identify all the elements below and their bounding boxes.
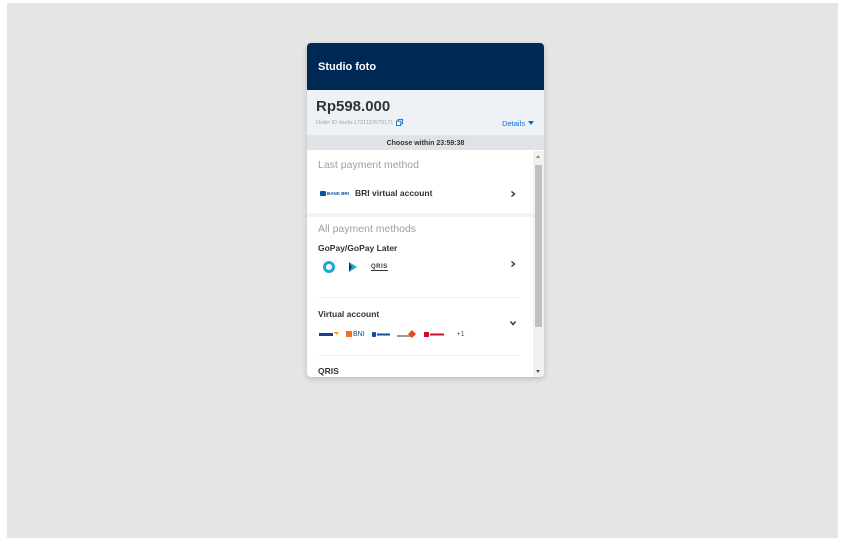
last-payment-method-label: BRI virtual account: [355, 188, 433, 198]
all-payments-title: All payment methods: [318, 223, 417, 235]
caret-down-icon: [528, 121, 534, 125]
merchant-header: Studio foto: [307, 43, 544, 90]
qris-label: QRIS: [318, 366, 339, 376]
payment-methods-content: Last payment method BANK BRI BRI virtual…: [307, 151, 533, 377]
gopay-later-icon: [349, 262, 357, 272]
method-virtual-account[interactable]: Virtual account BNI +1: [307, 298, 533, 355]
details-label: Details: [502, 119, 525, 128]
scroll-down-icon[interactable]: [536, 370, 540, 373]
bri-logo: [371, 331, 390, 337]
order-id: Order ID #sufa-1731137679171: [316, 119, 394, 126]
order-summary: Rp598.000 Order ID #sufa-1731137679171 D…: [307, 90, 544, 136]
vertical-scrollbar[interactable]: [533, 151, 544, 377]
payment-card: Studio foto Rp598.000 Order ID #sufa-173…: [307, 43, 544, 377]
method-qris[interactable]: QRIS: [307, 356, 533, 377]
details-button[interactable]: Details: [502, 119, 534, 128]
bri-logo-icon: BANK BRI: [320, 190, 349, 196]
chevron-down-icon: [510, 321, 516, 326]
gopay-icon: [323, 261, 335, 273]
virtual-account-label: Virtual account: [318, 309, 380, 319]
merchant-name: Studio foto: [318, 60, 377, 73]
scrollbar-thumb[interactable]: [535, 165, 542, 327]
cimb-logo: [423, 331, 444, 337]
payment-methods-scroll[interactable]: Last payment method BANK BRI BRI virtual…: [307, 151, 544, 377]
last-payment-title: Last payment method: [318, 159, 419, 171]
chevron-right-icon: [511, 261, 516, 267]
qris-icon: QRIS: [371, 263, 388, 271]
bni-logo: BNI: [346, 331, 365, 338]
last-payment-bri-row[interactable]: BANK BRI BRI virtual account: [307, 173, 533, 213]
timer-label: Choose within 23:59:38: [386, 139, 465, 147]
order-id-row: Order ID #sufa-1731137679171: [316, 119, 404, 126]
total-amount: Rp598.000: [316, 98, 391, 115]
scroll-up-icon[interactable]: [536, 155, 540, 158]
payment-timer: Choose within 23:59:38: [307, 136, 544, 150]
method-gopay[interactable]: GoPay/GoPay Later QRIS: [307, 241, 533, 297]
permata-logo: [396, 330, 416, 338]
more-banks-count: +1: [456, 330, 465, 338]
gopay-label: GoPay/GoPay Later: [318, 243, 398, 253]
mandiri-logo: [319, 332, 339, 336]
copy-icon[interactable]: [396, 119, 404, 126]
chevron-right-icon: [511, 191, 516, 197]
